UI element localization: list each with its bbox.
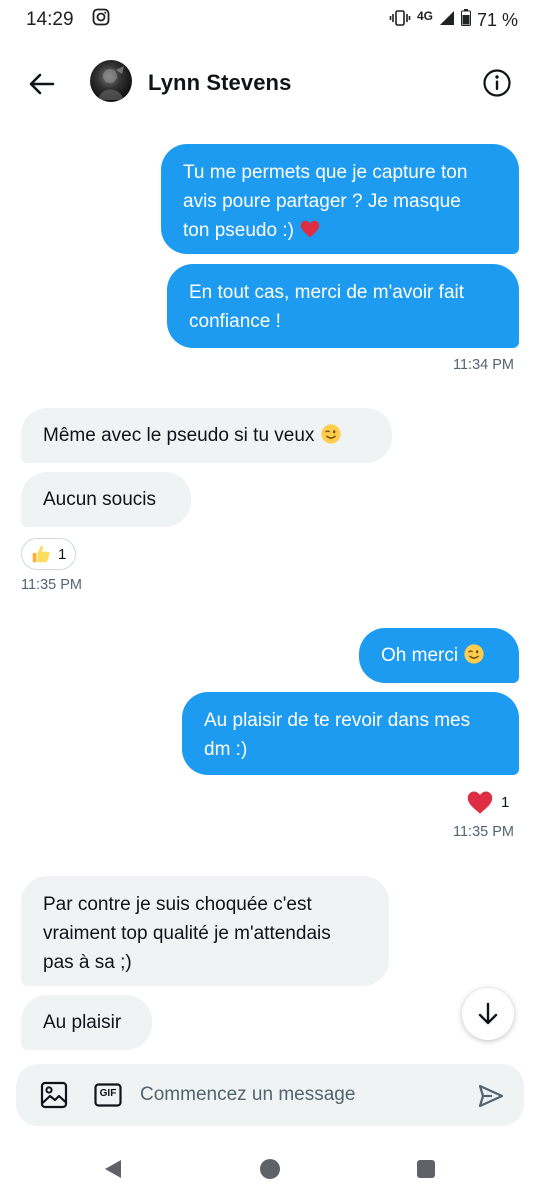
reaction-badge[interactable]: 1 (21, 538, 77, 570)
message-timestamp: 11:35 PM (453, 824, 514, 840)
back-button[interactable] (26, 68, 58, 100)
message-bubble-received[interactable]: Même avec le pseudo si tu veux (21, 408, 392, 463)
system-home-button[interactable] (260, 1159, 280, 1179)
vibrate-icon (389, 9, 411, 32)
message-bubble-sent[interactable]: Tu me permets que je capture ton avis po… (161, 144, 519, 254)
conversation-header: Lynn Stevens (0, 48, 540, 118)
winking-face-emoji-icon (321, 424, 341, 444)
system-back-button[interactable] (102, 1158, 124, 1180)
message-line: Oh merci (381, 645, 459, 666)
message-line: pas à sa ;) (43, 952, 132, 973)
message-bubble-received[interactable]: Par contre je suis choquée c'est vraimen… (21, 876, 389, 986)
battery-level: 71 % (476, 9, 518, 30)
conversation-info-button[interactable] (482, 68, 512, 98)
triangle-back-icon (105, 1160, 121, 1178)
add-media-button[interactable] (40, 1081, 68, 1109)
message-bubble-received[interactable]: Aucun soucis (21, 472, 191, 527)
info-icon (483, 69, 511, 97)
reaction-count: 1 (501, 793, 510, 811)
red-heart-emoji-icon (301, 220, 320, 238)
system-navigation-bar (0, 1140, 540, 1200)
message-line: Même avec le pseudo si tu veux (43, 425, 315, 446)
message-composer: GIF (16, 1064, 524, 1126)
message-line: ton pseudo :) (183, 220, 294, 241)
signal-icon (439, 10, 455, 31)
message-timestamp: 11:34 PM (453, 357, 514, 373)
reaction-badge[interactable]: 1 (466, 789, 509, 815)
contact-avatar[interactable] (90, 60, 132, 102)
message-line: Au plaisir de te revoir dans mes (204, 710, 471, 731)
status-time: 14:29 (26, 9, 74, 30)
winking-face-emoji-icon (464, 644, 484, 664)
back-arrow-icon (29, 73, 55, 95)
message-line: Au plaisir (43, 1012, 122, 1033)
message-line: Tu me permets que je capture ton (183, 162, 468, 183)
gif-label: GIF (99, 1088, 117, 1099)
network-type: 4G (416, 9, 433, 23)
message-bubble-sent[interactable]: Oh merci (359, 628, 519, 683)
message-line: dm :) (204, 739, 248, 760)
message-line: En tout cas, merci de m'avoir fait (189, 282, 465, 303)
arrow-down-icon (478, 1002, 498, 1025)
message-bubble-received[interactable]: Au plaisir (21, 995, 152, 1050)
message-line: confiance ! (189, 311, 281, 332)
message-line: vraiment top qualité je m'attendais (43, 923, 331, 944)
message-line: Par contre je suis choquée c'est (43, 894, 312, 915)
status-indicators: 4G 71 % (389, 9, 518, 32)
message-input[interactable] (140, 1076, 460, 1114)
message-bubble-sent[interactable]: Au plaisir de te revoir dans mes dm :) (182, 692, 519, 775)
message-line: Aucun soucis (43, 489, 157, 510)
system-recents-button[interactable] (417, 1160, 435, 1178)
image-icon (40, 1081, 68, 1109)
thumbs-up-emoji-icon (32, 545, 50, 563)
send-button[interactable] (478, 1083, 504, 1109)
instagram-notification-icon (92, 8, 110, 32)
reaction-count: 1 (58, 545, 67, 563)
message-bubble-sent[interactable]: En tout cas, merci de m'avoir fait confi… (167, 264, 519, 348)
battery-icon (460, 9, 471, 31)
contact-name[interactable]: Lynn Stevens (148, 70, 291, 96)
message-line: avis poure partager ? Je masque (183, 191, 461, 212)
status-bar: 14:29 4G 71 % (0, 0, 540, 40)
send-icon (478, 1084, 504, 1108)
red-heart-emoji-icon (467, 791, 493, 814)
add-gif-button[interactable]: GIF (94, 1083, 122, 1107)
message-timestamp: 11:35 PM (21, 577, 82, 593)
scroll-to-bottom-button[interactable] (462, 988, 514, 1040)
